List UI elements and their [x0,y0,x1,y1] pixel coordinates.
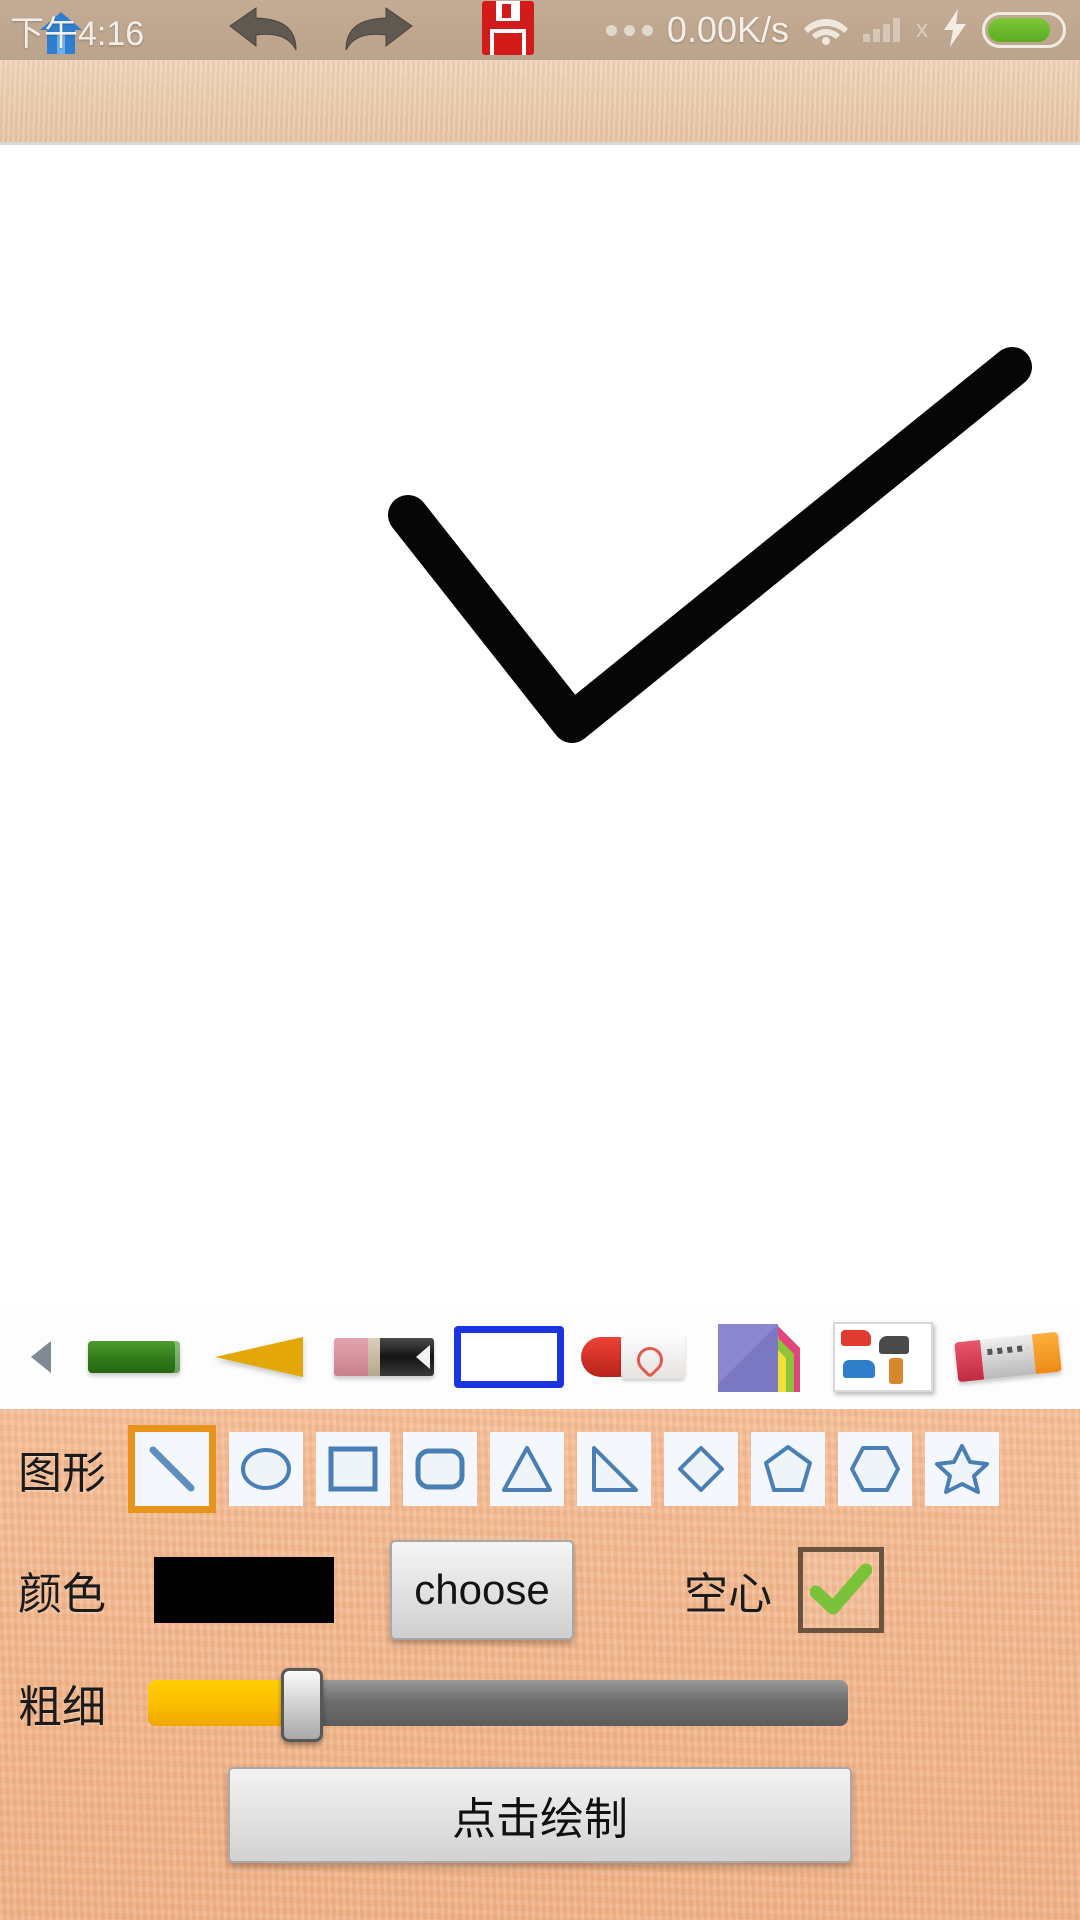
checkmark-icon [810,1563,872,1615]
glue-stick-icon [953,1331,1062,1383]
shape-option-triangle[interactable] [490,1432,564,1506]
colored-paper-icon [716,1322,801,1392]
tool-item-crayon[interactable] [197,1305,322,1409]
rounded-rect-shape-icon [415,1448,465,1490]
status-bar-right: 0.00K/s x [605,8,1066,53]
battery-icon [982,12,1066,48]
undo-button[interactable] [216,0,312,60]
undo-icon [226,2,302,59]
save-floppy-icon [480,0,536,62]
chevron-left-icon [31,1341,51,1373]
status-bar-left: 下午4:16 [10,6,144,55]
tool-item-colored-paper[interactable] [696,1305,821,1409]
shape-option-square[interactable] [316,1432,390,1506]
pentagon-shape-icon [764,1445,812,1492]
overflow-dots-icon [605,24,653,36]
pencil-eraser-icon [333,1338,434,1376]
paint-tube-icon [581,1333,686,1381]
canvas-stroke-checkmark [388,347,1032,743]
hollow-label: 空心 [684,1569,772,1620]
save-button[interactable] [460,0,556,60]
right-triangle-shape-icon [592,1446,638,1492]
star-shape-icon [935,1444,989,1494]
shape-option-list [128,1425,999,1513]
square-shape-icon [328,1446,378,1492]
status-bar: 下午4:16 0.00K/s x [0,0,1080,60]
shape-option-ellipse[interactable] [229,1432,303,1506]
tool-item-marker[interactable] [72,1305,197,1409]
drawing-canvas[interactable] [0,145,1080,1305]
hollow-option: 空心 [684,1547,884,1633]
wifi-icon [803,10,849,51]
shape-option-star[interactable] [925,1432,999,1506]
hexagon-shape-icon [850,1446,900,1492]
tool-strip [0,1305,1080,1409]
drawing-app-screen: 下午4:16 0.00K/s x 图形 颜色 choose 空心 粗细 点击绘制 [0,0,1080,1920]
shape-label: 图形 [18,1448,106,1499]
shape-row: 图形 [0,1409,1080,1529]
tool-item-paint-tube[interactable] [571,1305,696,1409]
shape-option-line[interactable] [128,1425,216,1513]
triangle-shape-icon [502,1446,552,1492]
clock-label: 下午4:16 [10,14,145,53]
tool-item-pencil-eraser[interactable] [322,1305,447,1409]
charging-bolt-icon [942,8,968,53]
thickness-slider[interactable] [148,1668,848,1742]
shape-option-rounded-rect[interactable] [403,1432,477,1506]
tool-strip-back-button[interactable] [10,1341,72,1373]
shape-control-panel: 图形 颜色 choose 空心 粗细 点击绘制 [0,1409,1080,1920]
draw-button-row: 点击绘制 [0,1755,1080,1875]
color-row: 颜色 choose 空心 [0,1529,1080,1651]
tool-item-sticker-photo[interactable] [821,1305,946,1409]
app-toolbar-wood-strip [0,60,1080,145]
redo-icon [340,2,416,59]
slider-thumb[interactable] [281,1668,323,1742]
slider-fill [148,1680,302,1726]
line-shape-icon [149,1446,195,1492]
marker-icon [88,1341,181,1373]
network-speed-label: 0.00K/s [666,9,789,50]
redo-button[interactable] [330,0,426,60]
crayon-icon [215,1337,304,1377]
hollow-checkbox[interactable] [798,1547,884,1633]
sticker-photo-icon [832,1322,933,1392]
color-swatch[interactable] [154,1557,334,1623]
thickness-label: 粗细 [18,1682,106,1733]
ellipse-shape-icon [241,1448,291,1490]
shape-option-diamond[interactable] [664,1432,738,1506]
tool-item-glue-stick[interactable] [945,1305,1070,1409]
choose-color-button[interactable]: choose [390,1540,574,1640]
signal-x-label: x [916,16,928,43]
draw-button[interactable]: 点击绘制 [228,1767,852,1863]
diamond-shape-icon [678,1446,724,1492]
tool-item-shape-rect[interactable] [446,1305,571,1409]
shape-option-right-triangle[interactable] [577,1432,651,1506]
thickness-row: 粗细 [0,1651,1080,1755]
shape-option-hexagon[interactable] [838,1432,912,1506]
color-label: 颜色 [18,1569,106,1620]
signal-icon [863,18,900,42]
shape-option-pentagon[interactable] [751,1432,825,1506]
rectangle-shape-icon [453,1326,564,1388]
